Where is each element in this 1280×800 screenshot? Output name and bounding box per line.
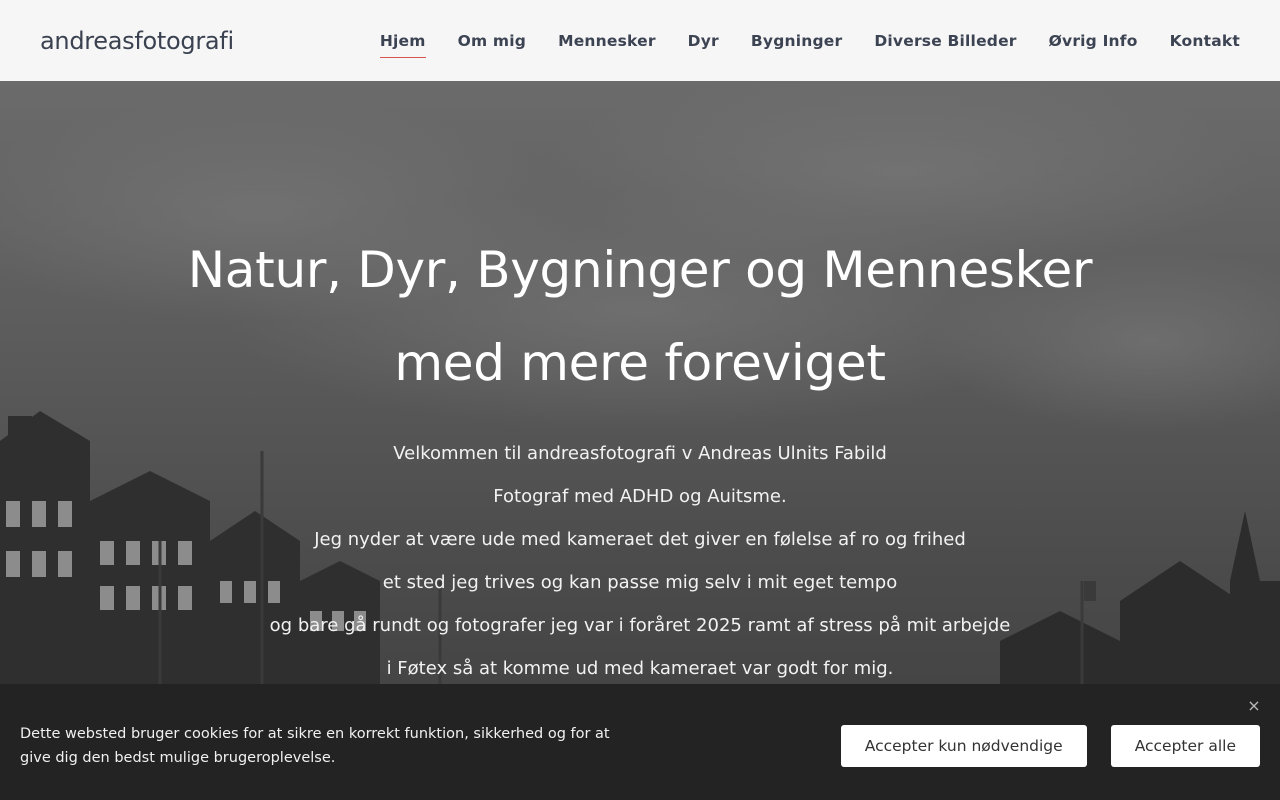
hero-title-line-2: med mere foreviget	[394, 334, 886, 392]
nav-item-dyr[interactable]: Dyr	[688, 24, 719, 58]
hero-title: Natur, Dyr, Bygninger og Mennesker med m…	[0, 224, 1280, 410]
hero-line: Fotograf med ADHD og Auitsme.	[493, 486, 787, 507]
nav-item-hjem[interactable]: Hjem	[379, 24, 426, 58]
hero-line: og bare gå rundt og fotografer jeg var i…	[269, 615, 1011, 636]
cookie-banner: Dette websted bruger cookies for at sikr…	[0, 684, 1280, 800]
hero-line: Jeg nyder at være ude med kameraet det g…	[314, 529, 966, 550]
nav-item-ovrig-info[interactable]: Øvrig Info	[1049, 24, 1138, 58]
hero-intro-text: Velkommen til andreasfotografi v Andreas…	[0, 432, 1280, 690]
main-nav: Hjem Om mig Mennesker Dyr Bygninger Dive…	[379, 24, 1240, 58]
nav-item-mennesker[interactable]: Mennesker	[558, 24, 656, 58]
nav-item-bygninger[interactable]: Bygninger	[751, 24, 842, 58]
nav-item-kontakt[interactable]: Kontakt	[1170, 24, 1240, 58]
hero-title-line-1: Natur, Dyr, Bygninger og Mennesker	[187, 241, 1093, 299]
cookie-actions: Accepter kun nødvendige Accepter alle	[840, 725, 1260, 767]
accept-necessary-button[interactable]: Accepter kun nødvendige	[840, 725, 1087, 767]
site-logo[interactable]: andreasfotografi	[40, 27, 234, 55]
close-icon[interactable]: ×	[1246, 698, 1262, 714]
accept-all-button[interactable]: Accepter alle	[1110, 725, 1260, 767]
site-header: andreasfotografi Hjem Om mig Mennesker D…	[0, 0, 1280, 81]
cookie-message: Dette websted bruger cookies for at sikr…	[20, 726, 610, 766]
nav-item-diverse-billeder[interactable]: Diverse Billeder	[874, 24, 1016, 58]
hero-content: Natur, Dyr, Bygninger og Mennesker med m…	[0, 81, 1280, 690]
nav-item-om-mig[interactable]: Om mig	[458, 24, 526, 58]
hero-line: Velkommen til andreasfotografi v Andreas…	[393, 443, 887, 464]
hero-line: et sted jeg trives og kan passe mig selv…	[382, 572, 898, 593]
